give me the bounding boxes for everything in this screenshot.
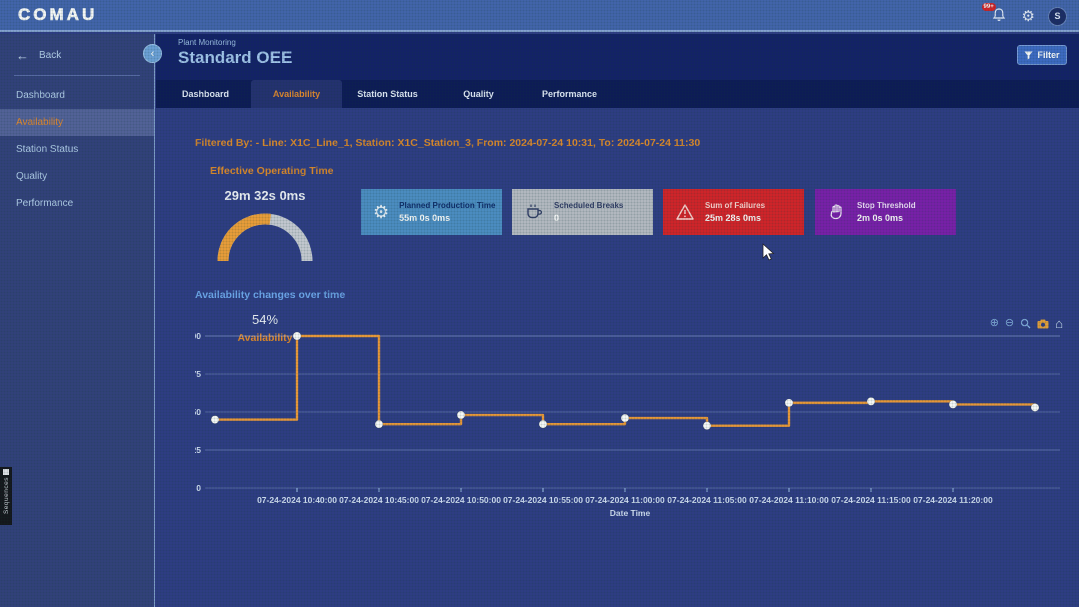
kpi-title: Sum of Failures <box>705 201 765 210</box>
breadcrumb: Plant Monitoring <box>178 38 236 47</box>
x-axis-title: Date Time <box>195 508 1065 518</box>
sidebar-collapse-button[interactable]: ‹ <box>143 44 162 63</box>
hand-stop-icon <box>827 202 847 222</box>
svg-text:50: 50 <box>195 407 201 417</box>
sidebar: ← Back Dashboard Availability Station St… <box>0 34 155 607</box>
svg-text:07-24-2024 11:20:00: 07-24-2024 11:20:00 <box>913 495 993 505</box>
kpi-card-scheduled-breaks[interactable]: Scheduled Breaks 0 <box>512 189 653 235</box>
eot-time-value: 29m 32s 0ms <box>205 188 325 203</box>
side-vertical-tab[interactable]: Sequences <box>0 467 12 525</box>
funnel-icon <box>1024 51 1033 60</box>
gauge-percent-label: 54% <box>205 312 325 327</box>
notification-badge: 99+ <box>982 3 996 11</box>
sidebar-item-availability[interactable]: Availability <box>0 109 154 136</box>
svg-text:75: 75 <box>195 369 201 379</box>
availability-chart[interactable]: 025507510007-24-2024 10:40:0007-24-2024 … <box>195 326 1065 516</box>
kpi-title: Planned Production Time <box>399 201 495 210</box>
top-bar: COMAU 99+ ⚙ S <box>0 0 1079 32</box>
tab-quality[interactable]: Quality <box>433 80 524 108</box>
app-root: COMAU 99+ ⚙ S ← Back Dashboard Availabil… <box>0 0 1079 607</box>
warning-triangle-icon <box>675 202 695 222</box>
svg-text:07-24-2024 10:50:00: 07-24-2024 10:50:00 <box>421 495 501 505</box>
svg-text:07-24-2024 10:40:00: 07-24-2024 10:40:00 <box>257 495 337 505</box>
chart-canvas[interactable]: 025507510007-24-2024 10:40:0007-24-2024 … <box>195 326 1065 516</box>
gear-icon: ⚙ <box>373 203 389 221</box>
filtered-by-summary: Filtered By: - Line: X1C_Line_1, Station… <box>195 137 700 149</box>
chart-title: Availability changes over time <box>195 289 345 301</box>
sidebar-item-station-status[interactable]: Station Status <box>0 136 154 163</box>
settings-gear-icon[interactable]: ⚙ <box>1022 9 1035 24</box>
kpi-value: 55m 0s 0ms <box>399 213 495 223</box>
kpi-card-sum-of-failures[interactable]: Sum of Failures 25m 28s 0ms <box>663 189 804 235</box>
svg-text:07-24-2024 11:05:00: 07-24-2024 11:05:00 <box>667 495 747 505</box>
tab-dashboard[interactable]: Dashboard <box>160 80 251 108</box>
back-arrow-icon: ← <box>16 48 29 63</box>
notifications-button[interactable]: 99+ <box>991 7 1009 25</box>
side-tab-label: Sequences <box>3 477 10 514</box>
availability-gauge: 29m 32s 0ms 54% Availability <box>205 188 325 270</box>
main-content: Filtered By: - Line: X1C_Line_1, Station… <box>156 108 1079 607</box>
kpi-title: Scheduled Breaks <box>554 201 623 210</box>
svg-text:07-24-2024 11:15:00: 07-24-2024 11:15:00 <box>831 495 911 505</box>
comau-logo: COMAU <box>18 5 97 25</box>
tab-station-status[interactable]: Station Status <box>342 80 433 108</box>
user-avatar[interactable]: S <box>1048 7 1067 26</box>
svg-text:07-24-2024 10:45:00: 07-24-2024 10:45:00 <box>339 495 419 505</box>
kpi-card-planned-production-time[interactable]: ⚙ Planned Production Time 55m 0s 0ms <box>361 189 502 235</box>
chevron-left-icon: ‹ <box>151 48 155 60</box>
filter-button-label: Filter <box>1037 50 1059 60</box>
svg-text:07-24-2024 11:00:00: 07-24-2024 11:00:00 <box>585 495 665 505</box>
svg-text:07-24-2024 10:55:00: 07-24-2024 10:55:00 <box>503 495 583 505</box>
eot-section-title: Effective Operating Time <box>210 165 334 177</box>
filter-button[interactable]: Filter <box>1017 45 1067 65</box>
tab-availability[interactable]: Availability <box>251 80 342 108</box>
kpi-card-stop-threshold[interactable]: Stop Threshold 2m 0s 0ms <box>815 189 956 235</box>
svg-text:0: 0 <box>196 483 201 493</box>
kpi-title: Stop Threshold <box>857 201 916 210</box>
kpi-value: 25m 28s 0ms <box>705 213 765 223</box>
page-header: Plant Monitoring Standard OEE Filter <box>156 34 1079 80</box>
sidebar-item-quality[interactable]: Quality <box>0 163 154 190</box>
kpi-value: 2m 0s 0ms <box>857 213 916 223</box>
sidebar-item-dashboard[interactable]: Dashboard <box>0 82 154 109</box>
sidebar-item-performance[interactable]: Performance <box>0 190 154 217</box>
sidebar-divider <box>14 75 140 76</box>
svg-text:25: 25 <box>195 445 201 455</box>
page-title: Standard OEE <box>178 48 292 68</box>
kpi-value: 0 <box>554 213 623 223</box>
back-label: Back <box>39 50 61 61</box>
tab-performance[interactable]: Performance <box>524 80 615 108</box>
gauge-arc <box>215 211 315 265</box>
coffee-cup-icon <box>524 202 544 222</box>
back-button[interactable]: ← Back <box>0 34 154 73</box>
side-tab-icon <box>3 469 9 475</box>
svg-text:07-24-2024 11:10:00: 07-24-2024 11:10:00 <box>749 495 829 505</box>
svg-text:100: 100 <box>195 331 201 341</box>
tab-bar: Dashboard Availability Station Status Qu… <box>156 80 1079 108</box>
